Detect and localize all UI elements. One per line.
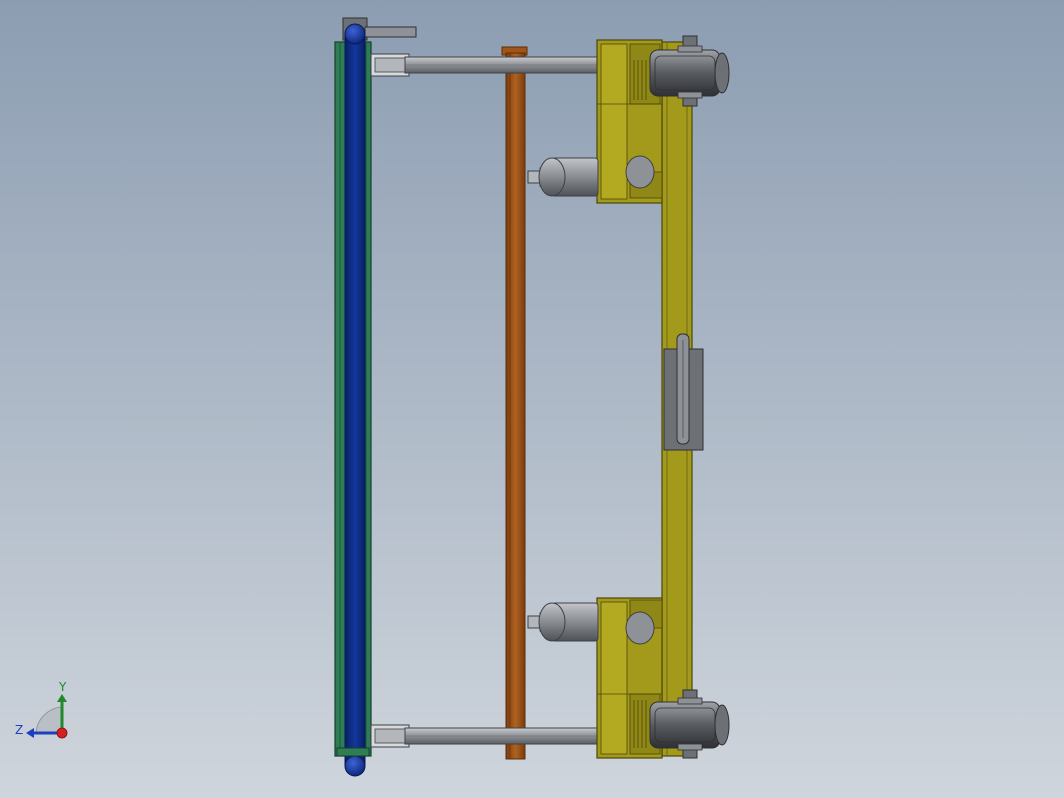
blue-tube-top-cap xyxy=(344,23,366,45)
viewport-background xyxy=(0,0,1064,798)
z-axis-label: Z xyxy=(15,723,23,737)
x-axis-dot xyxy=(56,727,68,739)
blue-tube-bottom-cap xyxy=(344,755,366,777)
center-shaft[interactable] xyxy=(501,46,528,760)
top-rod[interactable] xyxy=(370,53,598,77)
shaft-body xyxy=(505,52,526,760)
middle-handle[interactable] xyxy=(663,333,704,451)
graphics-viewport[interactable]: Y Z xyxy=(0,0,1064,798)
bottom-rod[interactable] xyxy=(370,724,598,748)
y-axis-label: Y xyxy=(58,680,67,694)
blue-tube xyxy=(344,35,366,767)
model-canvas[interactable]: Y Z xyxy=(0,0,1064,798)
top-latch-arm xyxy=(364,26,417,38)
